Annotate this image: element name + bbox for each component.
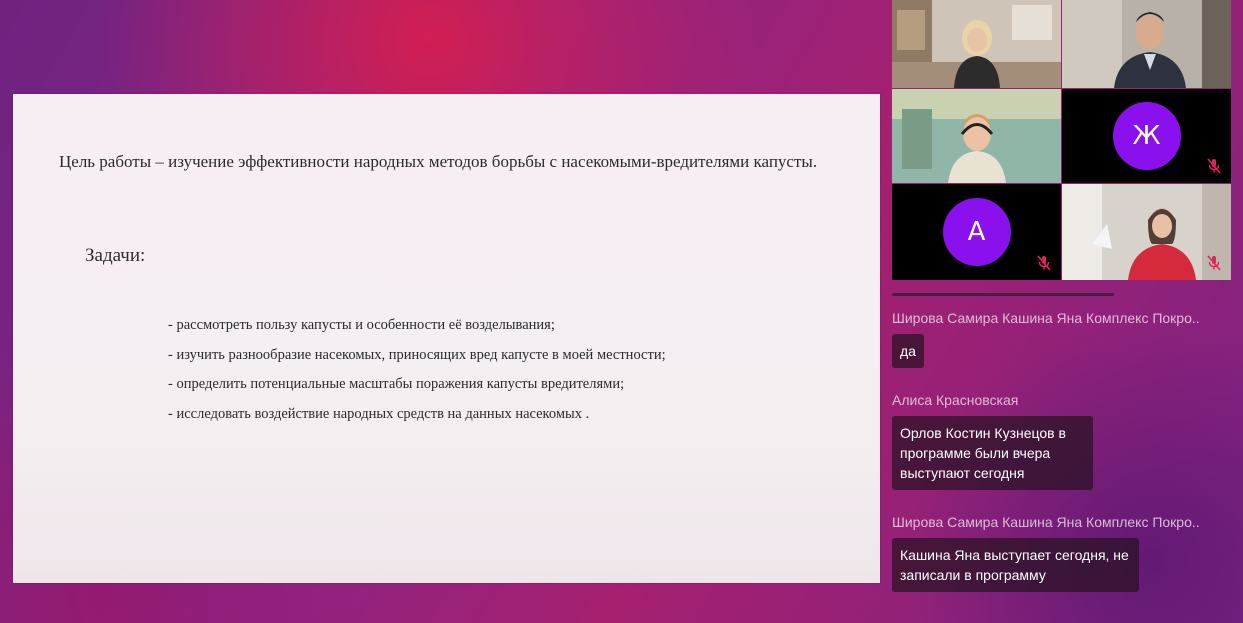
participant-video-man-suit (1062, 0, 1231, 88)
slide-task-item: - рассмотреть пользу капусты и особеннос… (168, 317, 555, 333)
chat-panel: Широва Самира Кашина Яна Комплекс Покро.… (892, 310, 1232, 616)
chat-sender: Широва Самира Кашина Яна Комплекс Покро.… (892, 514, 1200, 530)
slide-task-item: - определить потенциальные масштабы пора… (168, 376, 625, 392)
slide-task-item: - исследовать воздействие народных средс… (168, 405, 590, 422)
participant-tile-5[interactable]: А (892, 184, 1061, 280)
participant-avatar: А (942, 198, 1011, 266)
chat-message: Широва Самира Кашина Яна Комплекс Покро.… (892, 514, 1232, 616)
mic-muted-icon (1037, 255, 1051, 271)
chat-sender: Широва Самира Кашина Яна Комплекс Покро.… (892, 310, 1200, 326)
slide-goal-text: Цель работы – изучение эффективности нар… (59, 152, 818, 171)
chat-sender: Алиса Красновская (892, 392, 1019, 408)
chat-bubble: да (892, 334, 924, 368)
participant-video-boy-headset (892, 89, 1061, 183)
chat-message: Широва Самира Кашина Яна Комплекс Покро.… (892, 310, 1232, 392)
slide-task-item: - изучить разнообразие насекомых, принос… (168, 346, 666, 363)
mic-muted-icon (1207, 158, 1221, 174)
participant-video-woman-office (892, 0, 1061, 88)
chat-scroll-indicator (892, 293, 1114, 296)
participant-tile-4[interactable]: Ж (1062, 89, 1231, 183)
mic-muted-icon (1207, 255, 1221, 271)
chat-bubble: Орлов Костин Кузнецов в программе были в… (892, 416, 1093, 490)
participant-tile-2[interactable] (1062, 0, 1231, 88)
participant-video-woman-red (1062, 184, 1231, 280)
participant-avatar: Ж (1112, 102, 1181, 170)
participant-tile-1[interactable] (892, 0, 1061, 88)
chat-bubble: Кашина Яна выступает сегодня, не записал… (892, 538, 1139, 592)
slide-task-list: - рассмотреть пользу капусты и особеннос… (168, 314, 666, 432)
slide-tasks-title: Задачи: (85, 245, 146, 266)
presentation-slide: Цель работы – изучение эффективности нар… (13, 94, 880, 583)
participant-tile-3[interactable] (892, 89, 1061, 183)
chat-message: Алиса Красновская Орлов Костин Кузнецов … (892, 392, 1232, 514)
participant-tile-6[interactable] (1062, 184, 1231, 280)
